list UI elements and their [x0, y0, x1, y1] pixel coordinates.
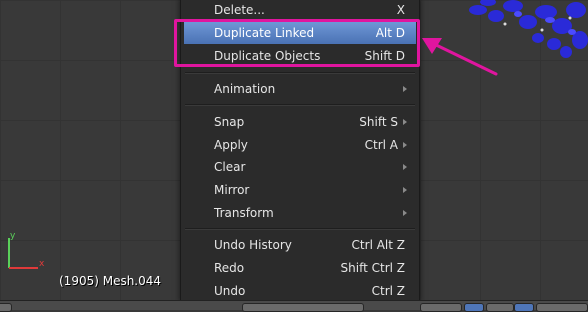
active-object-label: (1905) Mesh.044: [59, 274, 162, 288]
menu-item-label: Transform: [214, 206, 274, 220]
menu-item-label: Mirror: [214, 183, 250, 197]
menu-item-label: Animation: [214, 82, 276, 96]
menu-item-shortcut: Shift S: [359, 115, 398, 129]
axis-x-label: x: [39, 259, 45, 269]
menu-item-shortcut: Ctrl A: [364, 138, 398, 152]
menu-item-apply[interactable]: Apply Ctrl A: [181, 134, 419, 156]
editor-type-button[interactable]: [0, 303, 12, 312]
mode-dropdown[interactable]: [242, 303, 364, 312]
submenu-arrow-icon: [403, 86, 407, 92]
menu-item-mirror[interactable]: Mirror: [181, 179, 419, 201]
pivot-button[interactable]: [486, 303, 514, 312]
menu-item-label: Delete...: [214, 3, 265, 17]
menu-separator: [185, 72, 415, 74]
menu-item-shortcut: X: [396, 3, 405, 17]
submenu-arrow-icon: [403, 187, 407, 193]
menu-item-label: Redo: [214, 261, 245, 275]
menu-item-redo[interactable]: Redo Shift Ctrl Z: [181, 257, 419, 279]
axis-y-label: y: [10, 231, 16, 241]
menu-item-label: Snap: [214, 115, 245, 129]
axis-gizmo: y x: [8, 231, 45, 269]
menu-item-animation[interactable]: Animation: [181, 78, 419, 100]
menu-separator: [185, 228, 415, 230]
manipulator-toggle-button[interactable]: [514, 303, 534, 312]
menu-item-shortcut: Ctrl Alt Z: [351, 238, 405, 252]
menu-item-label: Apply: [214, 138, 248, 152]
menu-item-transform[interactable]: Transform: [181, 202, 419, 224]
annotation-arrow: [422, 38, 498, 76]
layer-toggle-button[interactable]: [464, 303, 484, 312]
menu-item-undo-history[interactable]: Undo History Ctrl Alt Z: [181, 234, 419, 256]
submenu-arrow-icon: [403, 142, 407, 148]
transform-manipulator-buttons[interactable]: [536, 303, 588, 312]
annotation-highlight-box: [174, 19, 420, 67]
menu-item-delete[interactable]: Delete... X: [181, 0, 419, 21]
menu-item-label: Undo: [214, 284, 246, 298]
menu-separator: [185, 104, 415, 106]
menu-item-shortcut: Ctrl Z: [371, 284, 405, 298]
submenu-arrow-icon: [403, 210, 407, 216]
menu-item-undo[interactable]: Undo Ctrl Z: [181, 280, 419, 302]
menu-item-shortcut: Shift Ctrl Z: [340, 261, 405, 275]
menu-item-clear[interactable]: Clear: [181, 156, 419, 178]
viewport-shading-button[interactable]: [420, 303, 462, 312]
menu-item-snap[interactable]: Snap Shift S: [181, 111, 419, 133]
menu-item-label: Clear: [214, 160, 246, 174]
submenu-arrow-icon: [403, 119, 407, 125]
submenu-arrow-icon: [403, 164, 407, 170]
menu-item-label: Undo History: [214, 238, 292, 252]
